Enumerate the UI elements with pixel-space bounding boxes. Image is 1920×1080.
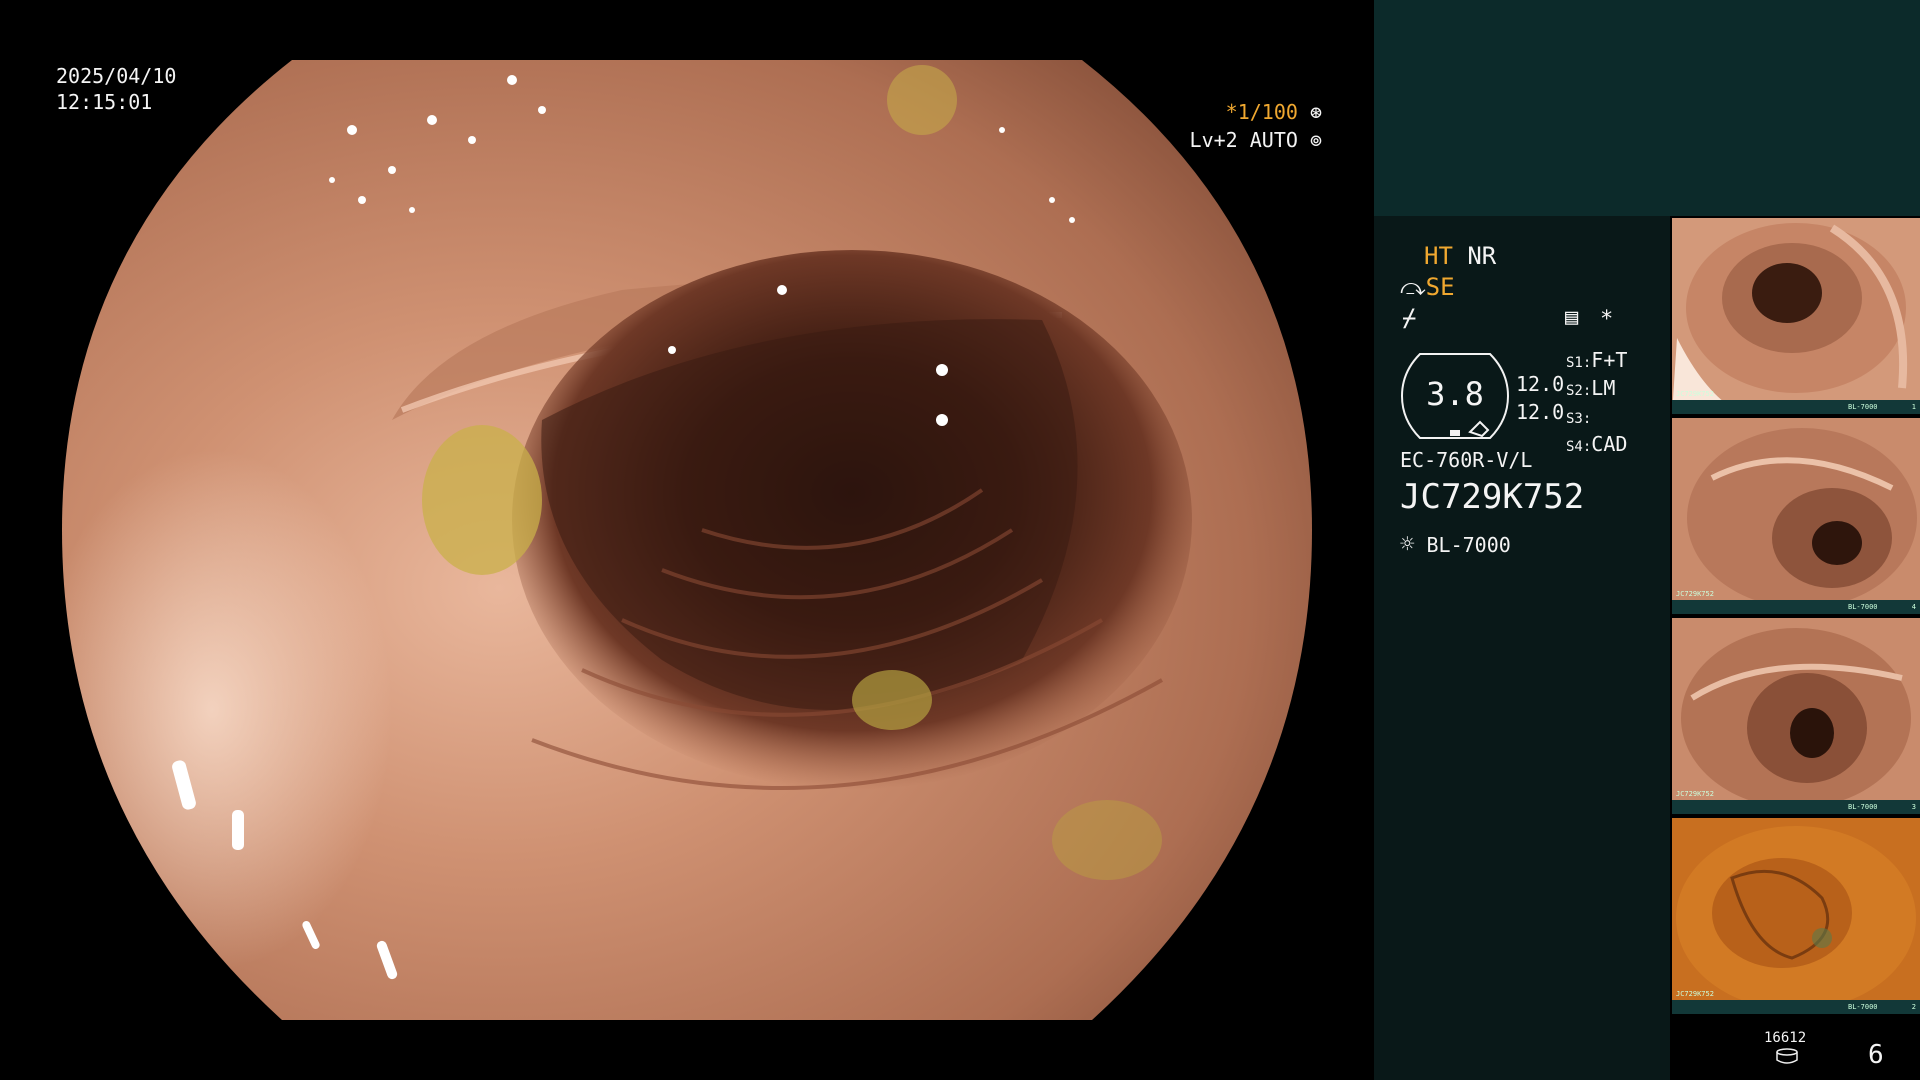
info-panel (1374, 216, 1670, 1080)
light-source-label: BL-7000 (1426, 533, 1511, 557)
thumb-1-serial: JC729K752 (1676, 390, 1714, 398)
menu-icon: ▤ (1565, 305, 1579, 330)
top-panel (1374, 0, 1920, 216)
value-2: 12.0 (1516, 400, 1565, 424)
scope-serial: JC729K752 (1400, 477, 1585, 517)
se-label: SE (1425, 273, 1455, 301)
s2-row: S2:LM (1566, 376, 1627, 404)
value-1: 12.0 (1516, 372, 1565, 396)
switch-list: S1:F+T S2:LM S3: S4:CAD (1566, 348, 1627, 460)
s1-row: S1:F+T (1566, 348, 1627, 376)
thumb-3-index: 3 (1911, 803, 1916, 811)
thumb-4-serial: JC729K752 (1676, 990, 1714, 998)
shutter-label: *1/100 (1225, 100, 1298, 124)
endoscope-view (62, 60, 1312, 1020)
thumb-1-index: 1 (1911, 403, 1916, 411)
se-row: ⤼SE (1400, 273, 1455, 301)
aperture-icon: ⊛ (1309, 100, 1322, 124)
time-label: 12:15:01 (56, 90, 153, 114)
thumb-2-index: 4 (1911, 603, 1916, 611)
s1-value: F+T (1591, 348, 1628, 372)
storage-count: 16612 (1764, 1030, 1807, 1046)
thumbnail-1[interactable]: JC729K752 BL-7000 1 (1672, 218, 1920, 414)
storage-icon (1775, 1048, 1799, 1064)
s1-label: S1: (1566, 355, 1592, 371)
date-label: 2025/04/10 (56, 64, 177, 88)
level-label: Lv+2 AUTO (1189, 128, 1298, 152)
capture-count: 6 (1868, 1040, 1884, 1070)
s4-label: S4: (1566, 439, 1592, 455)
light-source-row: ☼ BL-7000 (1400, 530, 1511, 559)
flash-icon: ⌿ (1402, 304, 1417, 332)
thumb-2-serial: JC729K752 (1676, 590, 1714, 598)
light-source-icon: ☼ (1400, 530, 1415, 558)
thumbnail-3[interactable]: JC729K752 BL-7000 3 (1672, 618, 1920, 814)
thumb-3-serial: JC729K752 (1676, 790, 1714, 798)
s3-label: S3: (1566, 411, 1592, 427)
scope-icon: ⤼ (1400, 273, 1426, 301)
scope-model: EC-760R-V/L (1400, 448, 1533, 472)
thumbnail-4[interactable]: JC729K752 BL-7000 2 (1672, 818, 1920, 1014)
nr-label: NR (1467, 242, 1497, 270)
thumb-4-source: BL-7000 (1848, 1003, 1878, 1011)
s2-value: LM (1591, 376, 1616, 400)
auto-iris-icon: ⊚ (1309, 128, 1322, 152)
thumb-1-source: BL-7000 (1848, 403, 1878, 411)
zoom-indicator: 3.8 (1400, 352, 1510, 440)
s3-row: S3: (1566, 404, 1627, 432)
s4-row: S4:CAD (1566, 432, 1627, 460)
shutter-readout: *1/100 ⊛ (1226, 98, 1322, 126)
s4-value: CAD (1591, 432, 1628, 456)
ht-label: HT (1424, 242, 1453, 270)
star-label: * (1600, 307, 1614, 332)
zoom-value: 3.8 (1426, 375, 1484, 413)
thumbnail-2[interactable]: JC729K752 BL-7000 4 (1672, 418, 1920, 614)
ht-nr-row: HT NR (1424, 242, 1496, 270)
thumb-3-source: BL-7000 (1848, 803, 1878, 811)
thumb-4-index: 2 (1911, 1003, 1916, 1011)
level-readout: Lv+2 AUTO ⊚ (1190, 126, 1322, 154)
thumb-2-source: BL-7000 (1848, 603, 1878, 611)
s2-label: S2: (1566, 383, 1592, 399)
